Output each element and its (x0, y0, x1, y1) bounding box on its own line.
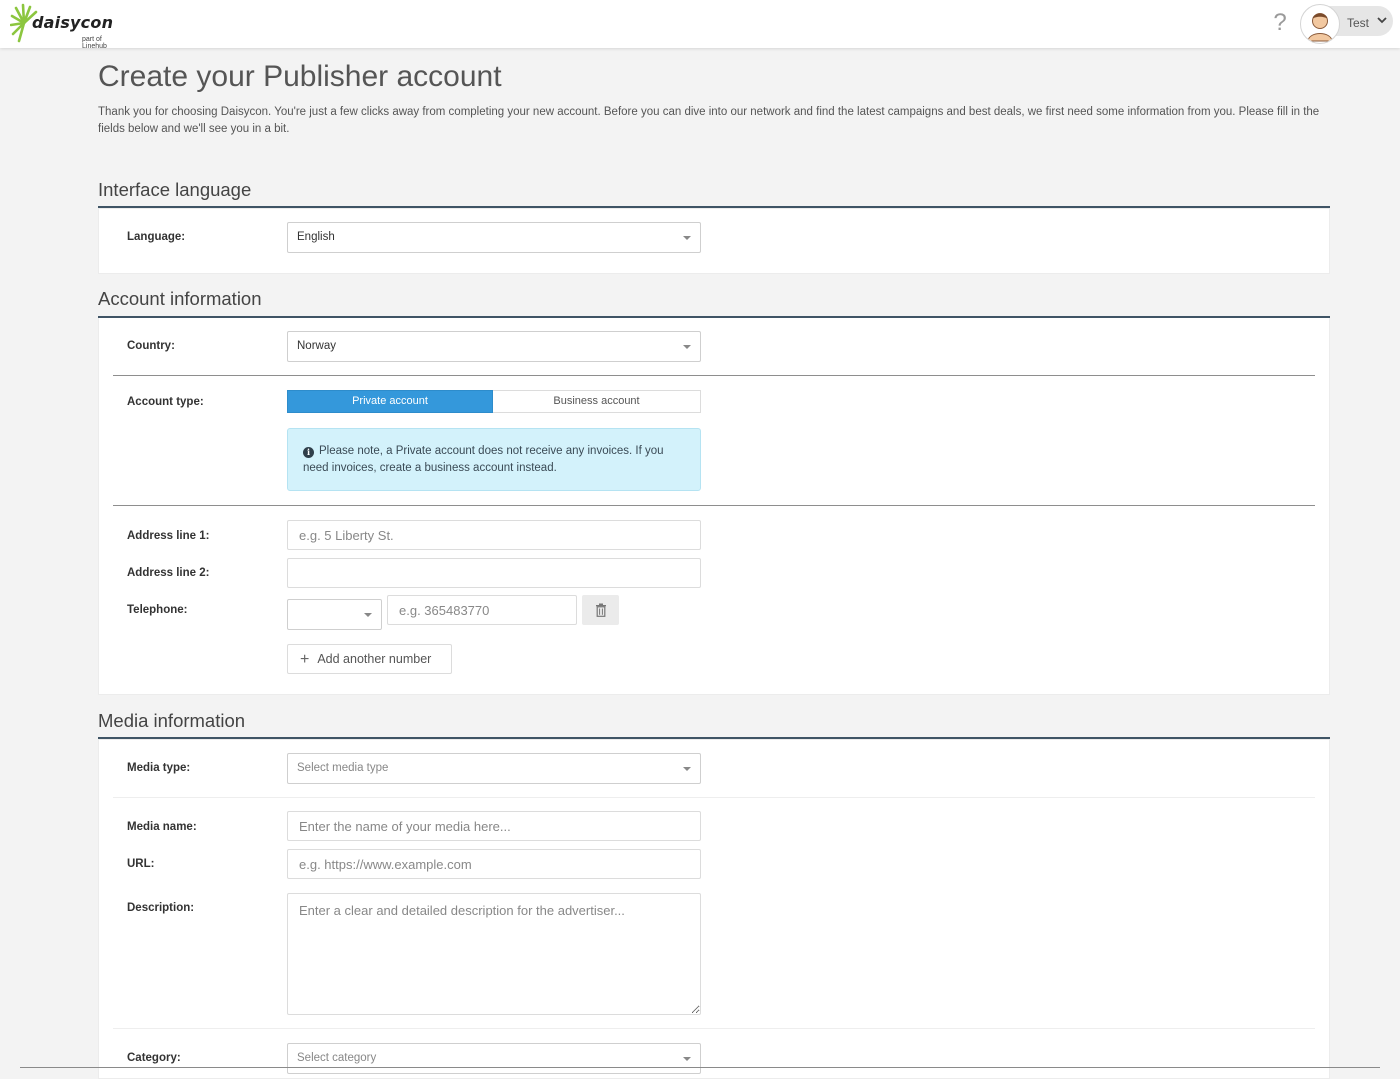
account-information-panel (98, 317, 1330, 695)
delete-number-button[interactable] (582, 595, 619, 625)
address-line-1-input[interactable] (287, 520, 701, 550)
page-title: Create your Publisher account (98, 60, 502, 93)
address-line-1-label: Address line 1: (127, 530, 210, 542)
row-divider (113, 375, 1315, 376)
section-title-account-information: Account information (98, 288, 262, 309)
country-select-value: Norway (297, 340, 336, 352)
telephone-number-input[interactable] (387, 595, 577, 625)
section-divider (98, 316, 1330, 318)
media-name-label: Media name: (127, 821, 197, 833)
section-title-interface-language: Interface language (98, 179, 252, 200)
address-line-2-input[interactable] (287, 558, 701, 588)
telephone-country-code-select[interactable] (287, 599, 382, 630)
caret-down-icon (683, 345, 691, 349)
url-input[interactable] (287, 849, 701, 879)
media-type-select[interactable]: Select media type (287, 753, 701, 784)
section-divider (98, 737, 1330, 739)
category-placeholder: Select category (297, 1052, 377, 1064)
top-navigation-bar: daisycon part of Linehub ? Test (0, 0, 1400, 50)
media-type-label: Media type: (127, 762, 191, 774)
viewport-bottom-edge (20, 1067, 1380, 1068)
row-divider (113, 1028, 1315, 1029)
account-type-private-button[interactable]: Private account (287, 390, 493, 413)
language-label: Language: (127, 231, 186, 243)
section-divider (98, 206, 1330, 208)
language-select-value: English (297, 231, 335, 243)
private-account-note: i Please note, a Private account does not… (287, 428, 701, 491)
category-label: Category: (127, 1052, 181, 1064)
category-select[interactable]: Select category (287, 1043, 701, 1074)
account-type-business-button[interactable]: Business account (493, 390, 701, 413)
avatar-icon[interactable] (1300, 4, 1340, 44)
section-title-media-information: Media information (98, 710, 246, 731)
language-select[interactable]: English (287, 222, 701, 253)
info-icon: i (303, 447, 314, 458)
user-name: Test (1347, 16, 1370, 30)
url-label: URL: (127, 858, 155, 870)
caret-down-icon (683, 236, 691, 240)
trash-icon (596, 603, 606, 617)
description-label: Description: (127, 902, 195, 914)
caret-down-icon (683, 767, 691, 771)
media-type-placeholder: Select media type (297, 762, 389, 774)
add-another-number-label: Add another number (317, 652, 432, 666)
intro-text: Thank you for choosing Daisycon. You're … (98, 106, 1320, 135)
logo-subtext: part of Linehub (82, 36, 107, 50)
help-icon[interactable]: ? (1270, 10, 1290, 36)
country-label: Country: (127, 340, 175, 352)
daisycon-logo[interactable]: daisycon part of Linehub (10, 3, 120, 50)
media-name-input[interactable] (287, 811, 701, 841)
row-divider (113, 797, 1315, 798)
interface-language-panel (98, 208, 1330, 274)
caret-down-icon (364, 613, 372, 617)
row-divider (113, 505, 1315, 506)
add-another-number-button[interactable]: + Add another number (287, 644, 452, 674)
logo-wordmark: daisycon (32, 13, 114, 32)
private-account-note-text: Please note, a Private account does not … (303, 445, 664, 474)
account-type-label: Account type: (127, 396, 204, 408)
country-select[interactable]: Norway (287, 331, 701, 362)
address-line-2-label: Address line 2: (127, 567, 210, 579)
chevron-down-icon[interactable] (1376, 14, 1388, 26)
plus-icon: + (300, 651, 310, 668)
description-textarea[interactable] (287, 893, 701, 1015)
telephone-label: Telephone: (127, 604, 188, 616)
caret-down-icon (683, 1057, 691, 1061)
